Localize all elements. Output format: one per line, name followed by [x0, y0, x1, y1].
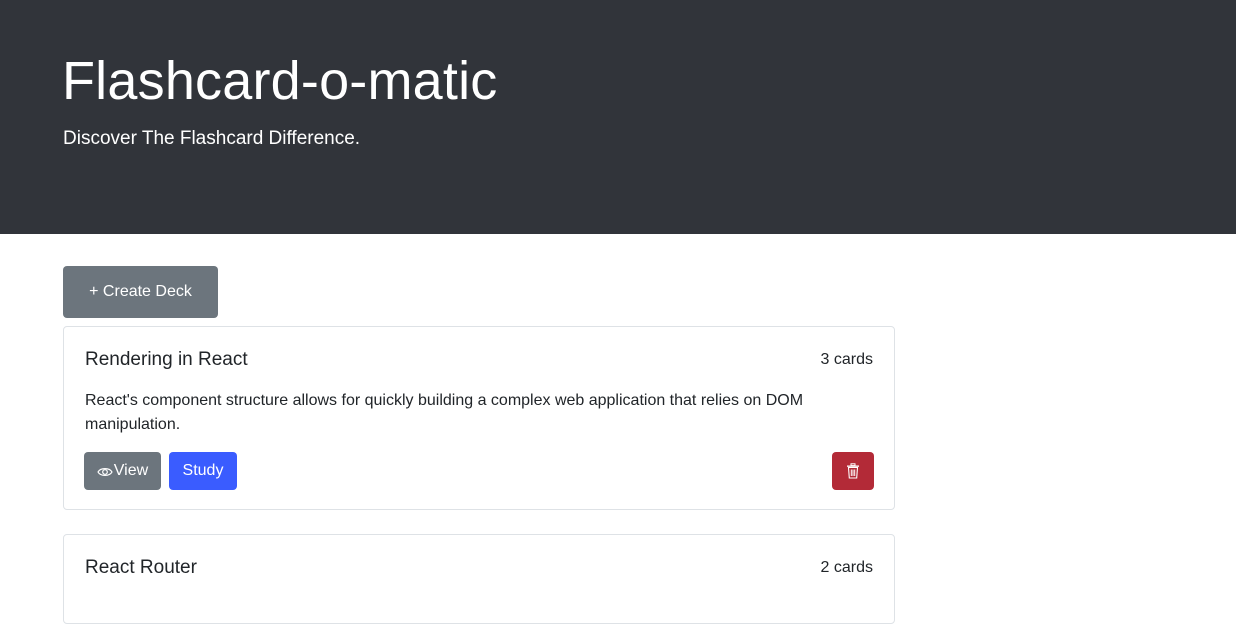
view-label: View [113, 462, 149, 479]
trash-icon [846, 463, 860, 479]
deck-name: React Router [85, 557, 197, 578]
eye-icon [97, 465, 113, 477]
view-deck-button[interactable]: View [84, 452, 161, 490]
delete-deck-button[interactable] [832, 452, 874, 490]
deck-card-count: 2 cards [820, 559, 873, 576]
deck-card-count: 3 cards [820, 351, 873, 368]
study-deck-button[interactable]: Study [169, 452, 237, 490]
app-tagline: Discover The Flashcard Difference. [63, 128, 361, 149]
deck-card: React Router 2 cards [63, 534, 895, 624]
deck-name: Rendering in React [85, 349, 248, 370]
header-jumbotron: Flashcard-o-matic Discover The Flashcard… [0, 0, 1236, 234]
create-deck-button[interactable]: + Create Deck [63, 266, 218, 318]
deck-card: Rendering in React 3 cards React's compo… [63, 326, 895, 510]
app-title: Flashcard-o-matic [62, 51, 498, 111]
deck-description: React's component structure allows for q… [85, 392, 804, 433]
